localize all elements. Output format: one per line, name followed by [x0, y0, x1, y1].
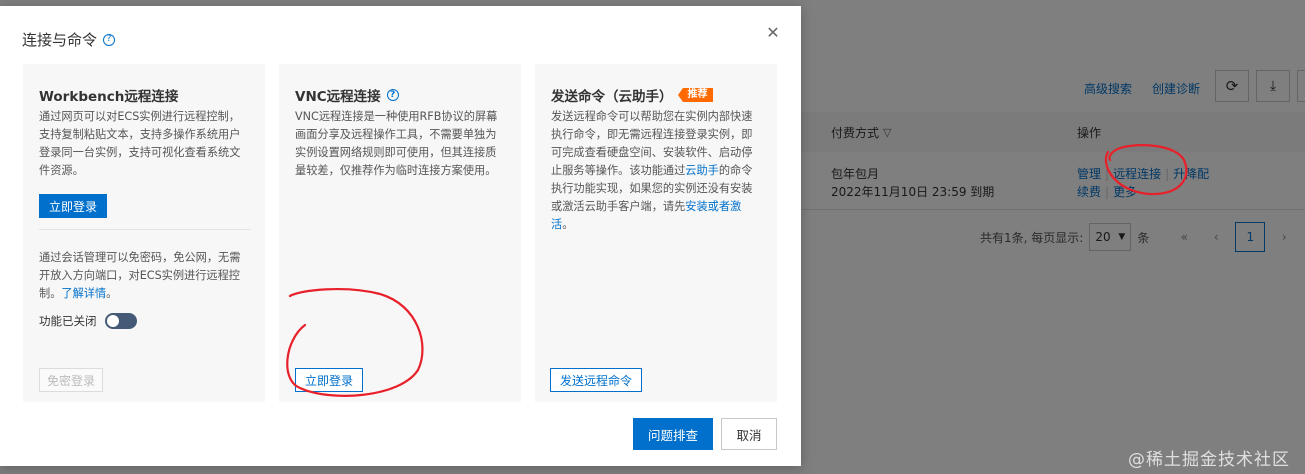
workbench-title: Workbench远程连接 [39, 89, 179, 105]
watermark: @稀土掘金技术社区 [1128, 450, 1290, 470]
session-toggle[interactable] [104, 313, 137, 329]
command-description: 发送远程命令可以帮助您在实例内部快速执行命令，即无需远程连接登录实例，即可完成查… [551, 110, 753, 231]
cancel-button[interactable]: 取消 [721, 418, 777, 450]
workbench-login-button[interactable]: 立即登录 [39, 194, 107, 218]
passwordless-login-button: 免密登录 [39, 368, 103, 392]
command-title: 发送命令（云助手） 推荐 [551, 85, 713, 105]
vnc-title: VNC远程连接 ? [295, 85, 399, 105]
command-card: 发送命令（云助手） 推荐 发送远程命令可以帮助您在实例内部快速执行命令，即无需远… [535, 64, 777, 402]
send-command-button[interactable]: 发送远程命令 [550, 368, 642, 392]
dialog-title: 连接与命令 ? [22, 29, 116, 50]
session-description: 通过会话管理可以免密码，免公网，无需开放入方向端口，对ECS实例进行远程控制。了… [39, 251, 241, 300]
recommended-badge: 推荐 [677, 88, 713, 102]
close-icon[interactable]: ✕ [766, 25, 780, 41]
learn-more-link[interactable]: 了解详情 [61, 287, 106, 300]
workbench-card: Workbench远程连接 通过网页可以对ECS实例进行远程控制，支持复制粘贴文… [23, 64, 265, 402]
vnc-card: VNC远程连接 ? VNC远程连接是一种使用RFB协议的屏幕画面分享及远程操作工… [279, 64, 521, 402]
vnc-login-button[interactable]: 立即登录 [295, 368, 363, 392]
help-icon[interactable]: ? [386, 89, 399, 101]
toggle-knob [106, 315, 119, 327]
cloud-assistant-link[interactable]: 云助手 [685, 164, 719, 177]
toggle-label: 功能已关闭 [39, 314, 97, 328]
divider [39, 229, 251, 230]
troubleshoot-button[interactable]: 问题排查 [633, 418, 713, 450]
workbench-description: 通过网页可以对ECS实例进行远程控制，支持复制粘贴文本，支持多操作系统用户登录同… [39, 110, 241, 177]
connect-command-dialog: 连接与命令 ? ✕ Workbench远程连接 通过网页可以对ECS实例进行远程… [0, 6, 801, 466]
session-toggle-row: 功能已关闭 [39, 313, 137, 329]
help-icon[interactable]: ? [103, 33, 116, 46]
vnc-description: VNC远程连接是一种使用RFB协议的屏幕画面分享及远程操作工具，不需要单独为实例… [295, 110, 498, 177]
